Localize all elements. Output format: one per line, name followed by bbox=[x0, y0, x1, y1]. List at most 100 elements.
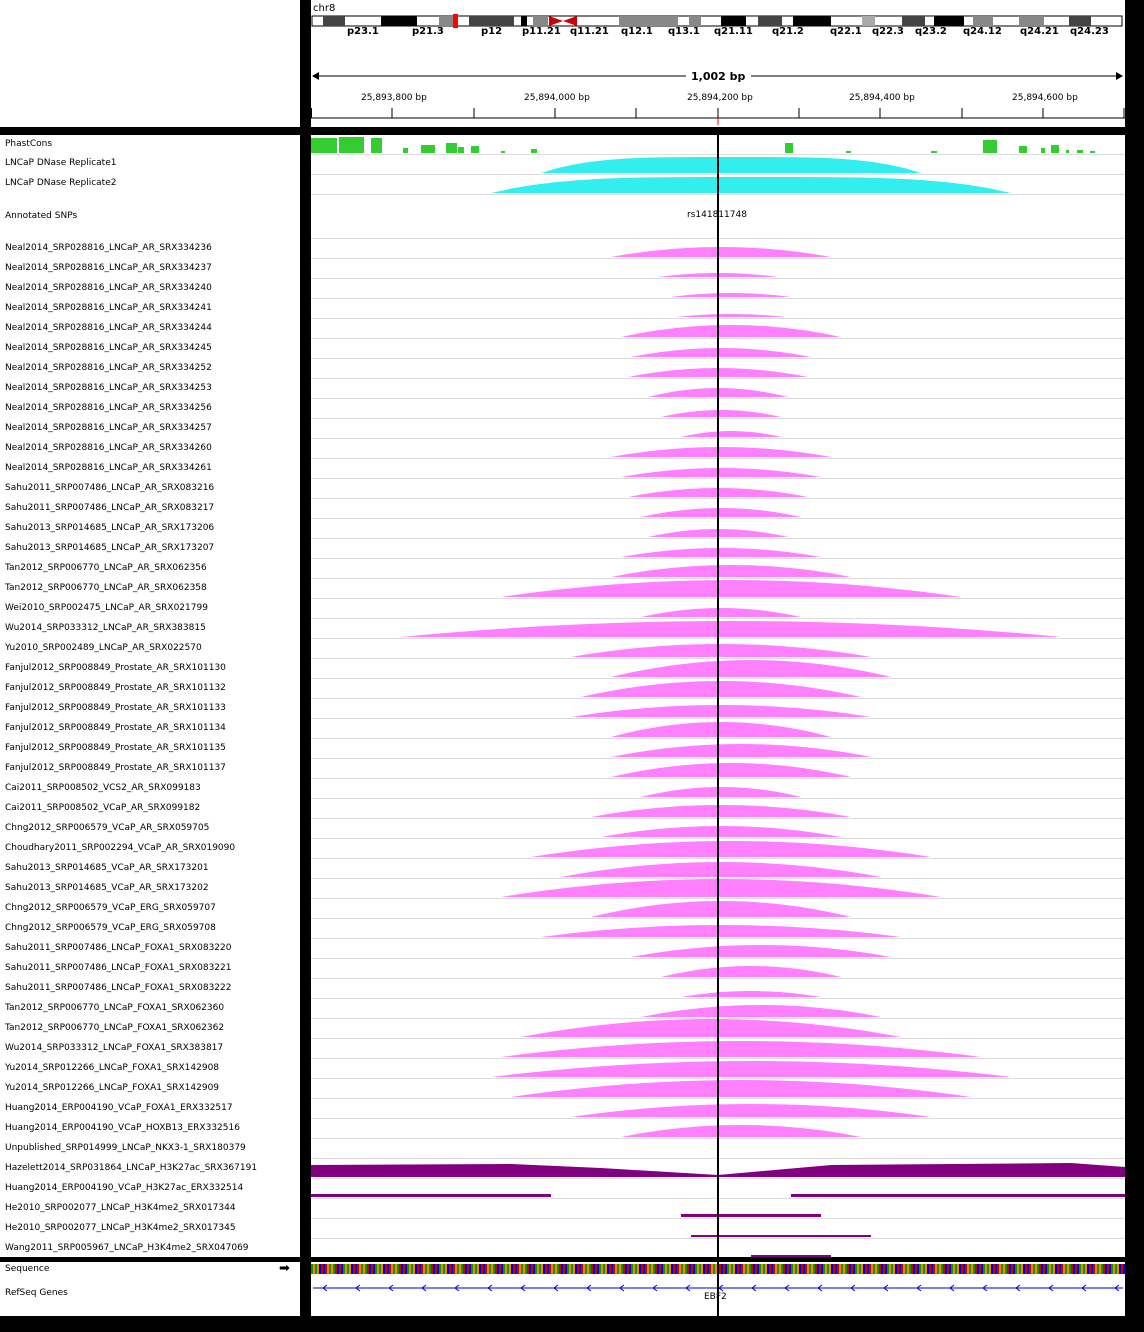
sequence-base bbox=[891, 1264, 893, 1274]
track-name-chip[interactable]: Sahu2011_SRP007486_LNCaP_AR_SRX083217 bbox=[5, 503, 214, 514]
track-name-chip[interactable]: Unpublished_SRP014999_LNCaP_NKX3-1_SRX18… bbox=[5, 1143, 246, 1154]
track-name-refseq[interactable]: RefSeq Genes bbox=[5, 1288, 68, 1299]
track-name-chip[interactable]: Fanjul2012_SRP008849_Prostate_AR_SRX1011… bbox=[5, 663, 226, 674]
sequence-base bbox=[629, 1264, 631, 1274]
cytoband-label: p11.21 bbox=[522, 26, 561, 37]
ruler-panel[interactable]: chr8 p23.1 p21.3 p12 p11.21 q11.21 q12.1… bbox=[311, 0, 1125, 127]
sequence-base bbox=[319, 1264, 321, 1274]
track-name-chip[interactable]: Sahu2013_SRP014685_VCaP_AR_SRX173201 bbox=[5, 863, 209, 874]
cytoband-label: q22.3 bbox=[872, 26, 904, 37]
chip-signal bbox=[541, 925, 901, 937]
track-name-chip[interactable]: Yu2010_SRP002489_LNCaP_AR_SRX022570 bbox=[5, 643, 202, 654]
sequence-base bbox=[337, 1264, 339, 1274]
gene-label[interactable]: EBF2 bbox=[704, 1292, 727, 1302]
sequence-base bbox=[1047, 1264, 1049, 1274]
track-name-chip[interactable]: Tan2012_SRP006770_LNCaP_FOXA1_SRX062362 bbox=[5, 1023, 224, 1034]
track-name-chip[interactable]: Sahu2013_SRP014685_VCaP_AR_SRX173202 bbox=[5, 883, 209, 894]
track-name-chip[interactable]: Sahu2013_SRP014685_LNCaP_AR_SRX173206 bbox=[5, 523, 214, 534]
track-name-chip[interactable]: Chng2012_SRP006579_VCaP_ERG_SRX059707 bbox=[5, 903, 216, 914]
sequence-base bbox=[625, 1264, 627, 1274]
track-name-chip[interactable]: Neal2014_SRP028816_LNCaP_AR_SRX334252 bbox=[5, 363, 212, 374]
track-name-snps[interactable]: Annotated SNPs bbox=[5, 211, 77, 222]
sequence-base bbox=[743, 1264, 745, 1274]
track-name-chip[interactable]: Neal2014_SRP028816_LNCaP_AR_SRX334240 bbox=[5, 283, 212, 294]
sequence-base bbox=[823, 1264, 825, 1274]
sequence-base bbox=[701, 1264, 703, 1274]
track-name-chip[interactable]: He2010_SRP002077_LNCaP_H3K4me2_SRX017345 bbox=[5, 1223, 236, 1234]
sequence-base bbox=[881, 1264, 883, 1274]
cytoband-label: q13.1 bbox=[668, 26, 700, 37]
track-name-chip[interactable]: Hazelett2014_SRP031864_LNCaP_H3K27ac_SRX… bbox=[5, 1163, 257, 1174]
track-name-chip[interactable]: Sahu2011_SRP007486_LNCaP_FOXA1_SRX083220 bbox=[5, 943, 232, 954]
sequence-and-genes[interactable] bbox=[311, 1262, 1125, 1316]
sequence-base bbox=[813, 1264, 815, 1274]
feature-name-panel[interactable]: Sequence ➡ RefSeq Genes bbox=[0, 1262, 300, 1316]
track-name-chip[interactable]: Neal2014_SRP028816_LNCaP_AR_SRX334237 bbox=[5, 263, 212, 274]
sequence-base bbox=[791, 1264, 793, 1274]
track-name-chip[interactable]: Neal2014_SRP028816_LNCaP_AR_SRX334261 bbox=[5, 463, 212, 474]
track-name-chip[interactable]: Tan2012_SRP006770_LNCaP_AR_SRX062358 bbox=[5, 583, 207, 594]
track-name-chip[interactable]: Fanjul2012_SRP008849_Prostate_AR_SRX1011… bbox=[5, 763, 226, 774]
track-name-chip[interactable]: Huang2014_ERP004190_VCaP_H3K27ac_ERX3325… bbox=[5, 1183, 243, 1194]
track-name-chip[interactable]: Neal2014_SRP028816_LNCaP_AR_SRX334245 bbox=[5, 343, 212, 354]
track-name-chip[interactable]: Neal2014_SRP028816_LNCaP_AR_SRX334241 bbox=[5, 303, 212, 314]
sequence-base bbox=[739, 1264, 741, 1274]
track-name-chip[interactable]: Yu2014_SRP012266_LNCaP_FOXA1_SRX142908 bbox=[5, 1063, 219, 1074]
track-name-chip[interactable]: Wei2010_SRP002475_LNCaP_AR_SRX021799 bbox=[5, 603, 208, 614]
sequence-base bbox=[993, 1264, 995, 1274]
feature-panel[interactable]: EBF2 bbox=[311, 1262, 1125, 1316]
sequence-base bbox=[665, 1264, 667, 1274]
track-name-panel[interactable]: PhastCons LNCaP DNase Replicate1 LNCaP D… bbox=[0, 135, 300, 1257]
track-name-dnase2[interactable]: LNCaP DNase Replicate2 bbox=[5, 178, 116, 189]
track-name-chip[interactable]: Fanjul2012_SRP008849_Prostate_AR_SRX1011… bbox=[5, 683, 226, 694]
sequence-base bbox=[409, 1264, 411, 1274]
track-name-chip[interactable]: Choudhary2011_SRP002294_VCaP_AR_SRX01909… bbox=[5, 843, 235, 854]
track-name-chip[interactable]: Huang2014_ERP004190_VCaP_FOXA1_ERX332517 bbox=[5, 1103, 233, 1114]
track-name-chip[interactable]: Sahu2011_SRP007486_LNCaP_FOXA1_SRX083221 bbox=[5, 963, 232, 974]
track-name-chip[interactable]: Sahu2011_SRP007486_LNCaP_FOXA1_SRX083222 bbox=[5, 983, 232, 994]
track-name-chip[interactable]: Sahu2011_SRP007486_LNCaP_AR_SRX083216 bbox=[5, 483, 214, 494]
chip-signal bbox=[621, 468, 821, 477]
track-name-phastcons[interactable]: PhastCons bbox=[5, 139, 52, 150]
track-name-chip[interactable]: Cai2011_SRP008502_VCaP_AR_SRX099182 bbox=[5, 803, 200, 814]
track-name-chip[interactable]: Wu2014_SRP033312_LNCaP_FOXA1_SRX383817 bbox=[5, 1043, 223, 1054]
strand-arrow-icon[interactable]: ➡ bbox=[279, 1262, 290, 1275]
track-name-dnase1[interactable]: LNCaP DNase Replicate1 bbox=[5, 158, 116, 169]
track-name-chip[interactable]: Sahu2013_SRP014685_LNCaP_AR_SRX173207 bbox=[5, 543, 214, 554]
track-name-chip[interactable]: Fanjul2012_SRP008849_Prostate_AR_SRX1011… bbox=[5, 703, 226, 714]
sequence-base bbox=[1009, 1264, 1011, 1274]
dnase-signal bbox=[541, 157, 921, 173]
chip-signal bbox=[641, 787, 801, 797]
sequence-base bbox=[531, 1264, 533, 1274]
track-name-chip[interactable]: Chng2012_SRP006579_VCaP_AR_SRX059705 bbox=[5, 823, 209, 834]
track-data[interactable] bbox=[311, 135, 1125, 1257]
sequence-base bbox=[491, 1264, 493, 1274]
track-name-chip[interactable]: Neal2014_SRP028816_LNCaP_AR_SRX334260 bbox=[5, 443, 212, 454]
track-name-sequence[interactable]: Sequence bbox=[5, 1264, 49, 1275]
track-name-chip[interactable]: Tan2012_SRP006770_LNCaP_AR_SRX062356 bbox=[5, 563, 207, 574]
track-name-chip[interactable]: Wang2011_SRP005967_LNCaP_H3K4me2_SRX0470… bbox=[5, 1243, 249, 1254]
phastcons-bar bbox=[1019, 146, 1027, 153]
track-name-chip[interactable]: Chng2012_SRP006579_VCaP_ERG_SRX059708 bbox=[5, 923, 216, 934]
track-name-chip[interactable]: Wu2014_SRP033312_LNCaP_AR_SRX383815 bbox=[5, 623, 206, 634]
track-name-chip[interactable]: Yu2014_SRP012266_LNCaP_FOXA1_SRX142909 bbox=[5, 1083, 219, 1094]
sequence-base bbox=[809, 1264, 811, 1274]
track-name-chip[interactable]: Neal2014_SRP028816_LNCaP_AR_SRX334236 bbox=[5, 243, 212, 254]
track-name-chip[interactable]: Cai2011_SRP008502_VCS2_AR_SRX099183 bbox=[5, 783, 201, 794]
track-name-chip[interactable]: Neal2014_SRP028816_LNCaP_AR_SRX334256 bbox=[5, 403, 212, 414]
data-panel[interactable]: rs141811748 bbox=[311, 135, 1125, 1257]
track-name-chip[interactable]: Fanjul2012_SRP008849_Prostate_AR_SRX1011… bbox=[5, 723, 226, 734]
track-name-chip[interactable]: Neal2014_SRP028816_LNCaP_AR_SRX334257 bbox=[5, 423, 212, 434]
sequence-base bbox=[411, 1264, 413, 1274]
track-name-chip[interactable]: Tan2012_SRP006770_LNCaP_FOXA1_SRX062360 bbox=[5, 1003, 224, 1014]
snp-label[interactable]: rs141811748 bbox=[687, 210, 747, 220]
sequence-base bbox=[447, 1264, 449, 1274]
track-name-chip[interactable]: He2010_SRP002077_LNCaP_H3K4me2_SRX017344 bbox=[5, 1203, 236, 1214]
track-name-chip[interactable]: Neal2014_SRP028816_LNCaP_AR_SRX334253 bbox=[5, 383, 212, 394]
track-name-chip[interactable]: Huang2014_ERP004190_VCaP_HOXB13_ERX33251… bbox=[5, 1123, 240, 1134]
sequence-base bbox=[353, 1264, 355, 1274]
sequence-base bbox=[965, 1264, 967, 1274]
track-name-chip[interactable]: Fanjul2012_SRP008849_Prostate_AR_SRX1011… bbox=[5, 743, 226, 754]
track-name-chip[interactable]: Neal2014_SRP028816_LNCaP_AR_SRX334244 bbox=[5, 323, 212, 334]
sequence-base bbox=[1067, 1264, 1069, 1274]
